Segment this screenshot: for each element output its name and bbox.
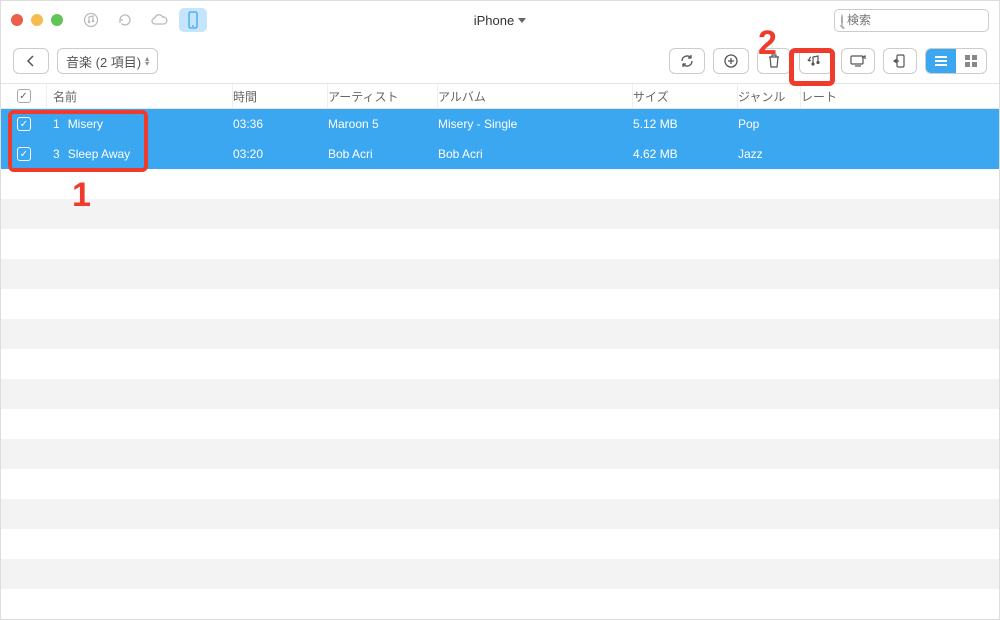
header-rate[interactable]: レート	[801, 84, 999, 108]
checkbox-icon[interactable]: ✓	[17, 147, 31, 161]
table-row	[1, 259, 999, 289]
table-row	[1, 169, 999, 199]
table-row	[1, 469, 999, 499]
track-time: 03:20	[233, 147, 328, 161]
maximize-icon[interactable]	[51, 14, 63, 26]
window-traffic-lights	[11, 14, 63, 26]
annotation-number-1: 1	[72, 176, 91, 215]
track-genre: Jazz	[738, 147, 801, 161]
refresh-button[interactable]	[669, 48, 705, 74]
header-size[interactable]: サイズ	[633, 84, 738, 108]
header-genre[interactable]: ジャンル	[738, 84, 801, 108]
table-row	[1, 439, 999, 469]
search-input[interactable]	[847, 13, 1000, 27]
checkbox-icon[interactable]: ✓	[17, 117, 31, 131]
track-genre: Pop	[738, 117, 801, 131]
back-button[interactable]	[13, 48, 49, 74]
close-icon[interactable]	[11, 14, 23, 26]
track-index: 1	[53, 117, 60, 131]
add-button[interactable]	[713, 48, 749, 74]
window-title-text: iPhone	[474, 13, 514, 28]
track-name: Sleep Away	[68, 147, 131, 161]
track-time: 03:36	[233, 117, 328, 131]
toolbar: 音楽 (2 項目) ▴▾	[1, 39, 999, 83]
table-row[interactable]: ✓3Sleep Away03:20Bob AcriBob Acri4.62 MB…	[1, 139, 999, 169]
grid-icon	[965, 55, 977, 67]
chevron-down-icon[interactable]	[518, 18, 526, 23]
table-row	[1, 199, 999, 229]
sort-arrows-icon: ▴▾	[145, 56, 149, 66]
track-album: Misery - Single	[438, 117, 633, 131]
track-index: 3	[53, 147, 60, 161]
minimize-icon[interactable]	[31, 14, 43, 26]
search-icon	[841, 14, 843, 26]
track-size: 4.62 MB	[633, 147, 738, 161]
backup-tab-icon[interactable]	[111, 8, 139, 32]
header-name[interactable]: 名前	[47, 84, 233, 108]
category-dropdown[interactable]: 音楽 (2 項目) ▴▾	[57, 48, 158, 74]
table-row	[1, 289, 999, 319]
header-time[interactable]: 時間	[233, 84, 328, 108]
header-checkbox-cell[interactable]: ✓	[1, 84, 47, 108]
header-artist[interactable]: アーティスト	[328, 84, 438, 108]
table-row	[1, 559, 999, 589]
table-row	[1, 319, 999, 349]
list-view-button[interactable]	[926, 49, 956, 73]
search-field[interactable]	[834, 9, 989, 32]
table-row	[1, 529, 999, 559]
track-table-body: ✓ 1 Misery 03:36Maroon 5Misery - Single5.12…	[1, 109, 999, 619]
table-row	[1, 379, 999, 409]
track-name: Misery	[68, 117, 103, 131]
table-row	[1, 229, 999, 259]
list-icon	[935, 56, 947, 66]
table-headers: ✓ 名前 時間 アーティスト アルバム サイズ ジャンル レート	[1, 83, 999, 109]
track-artist: Bob Acri	[328, 147, 438, 161]
annotation-number-2: 2	[758, 24, 777, 63]
to-computer-button[interactable]	[841, 48, 875, 74]
table-row	[1, 349, 999, 379]
device-tab-icon[interactable]	[179, 8, 207, 32]
category-label: 音楽 (2 項目)	[66, 52, 141, 71]
checkbox-icon: ✓	[17, 89, 31, 103]
table-row	[1, 499, 999, 529]
header-album[interactable]: アルバム	[438, 84, 633, 108]
track-album: Bob Acri	[438, 147, 633, 161]
titlebar: iPhone	[1, 1, 999, 39]
to-device-button[interactable]	[883, 48, 917, 74]
source-tabs	[77, 8, 207, 32]
view-toggle	[925, 48, 987, 74]
table-row[interactable]: ✓ 1 Misery 03:36Maroon 5Misery - Single5.12…	[1, 109, 999, 139]
track-artist: Maroon 5	[328, 117, 438, 131]
to-itunes-button[interactable]	[799, 48, 833, 74]
track-size: 5.12 MB	[633, 117, 738, 131]
grid-view-button[interactable]	[956, 49, 986, 73]
itunes-tab-icon[interactable]	[77, 8, 105, 32]
table-row	[1, 589, 999, 619]
cloud-tab-icon[interactable]	[145, 8, 173, 32]
table-row	[1, 409, 999, 439]
